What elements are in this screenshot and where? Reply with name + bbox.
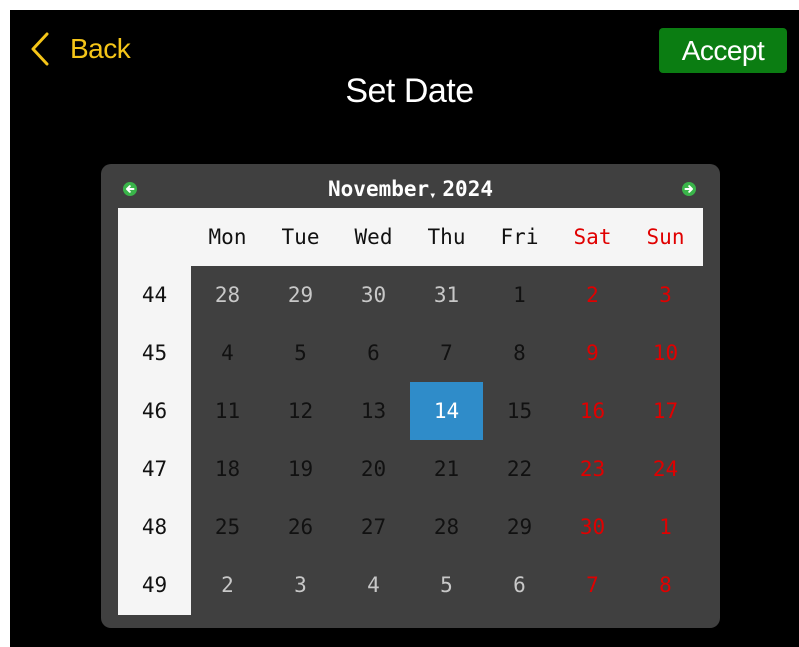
week-number: 47: [141, 457, 168, 481]
day-cell[interactable]: 11: [191, 382, 264, 440]
weekday-label: Thu: [427, 225, 466, 249]
day-cell[interactable]: 9: [556, 324, 629, 382]
day-cell[interactable]: 5: [410, 556, 483, 614]
arrow-right-icon: [682, 182, 696, 196]
weekday-label: Sun: [646, 225, 685, 249]
day-cell[interactable]: 16: [556, 382, 629, 440]
day-cell[interactable]: 6: [483, 556, 556, 614]
chevron-left-icon: [30, 32, 50, 66]
week-number: 49: [141, 573, 168, 597]
day-cell[interactable]: 18: [191, 440, 264, 498]
day-cell[interactable]: 6: [337, 324, 410, 382]
day-cell[interactable]: 19: [264, 440, 337, 498]
day-cell[interactable]: 5: [264, 324, 337, 382]
day-cell[interactable]: 23: [556, 440, 629, 498]
calendar-header: November▾ 2024: [101, 164, 720, 208]
day-cell[interactable]: 1: [483, 266, 556, 324]
day-cell[interactable]: 8: [629, 556, 702, 614]
day-cell[interactable]: 4: [337, 556, 410, 614]
day-cell-selected[interactable]: 14: [410, 382, 483, 440]
caret-down-icon: ▾: [429, 188, 437, 202]
weekday-label: Mon: [208, 225, 247, 249]
calendar: November▾ 2024 Mon Tue Wed Thu Fri Sat Sun 44 28 2…: [101, 164, 720, 628]
day-cell[interactable]: 28: [410, 498, 483, 556]
weekday-label: Fri: [500, 225, 539, 249]
back-button[interactable]: Back: [30, 32, 131, 66]
day-cell[interactable]: 29: [483, 498, 556, 556]
accept-button[interactable]: Accept: [659, 28, 787, 73]
week-number: 44: [141, 283, 168, 307]
week-number: 45: [141, 341, 168, 365]
day-cell[interactable]: 7: [410, 324, 483, 382]
day-cell[interactable]: 21: [410, 440, 483, 498]
month-select[interactable]: November▾: [328, 177, 442, 202]
day-cell[interactable]: 28: [191, 266, 264, 324]
page-title: Set Date: [345, 72, 474, 110]
weekday-label: Wed: [354, 225, 393, 249]
day-cell[interactable]: 17: [629, 382, 702, 440]
week-number: 48: [141, 515, 168, 539]
day-cell[interactable]: 15: [483, 382, 556, 440]
day-cell[interactable]: 24: [629, 440, 702, 498]
week-number: 46: [141, 399, 168, 423]
day-cell[interactable]: 7: [556, 556, 629, 614]
day-cell[interactable]: 1: [629, 498, 702, 556]
day-cell[interactable]: 8: [483, 324, 556, 382]
day-cell[interactable]: 20: [337, 440, 410, 498]
day-cell[interactable]: 2: [191, 556, 264, 614]
screen: Back Accept Set Date November▾ 2024 Mon …: [10, 10, 799, 647]
day-cell[interactable]: 31: [410, 266, 483, 324]
day-cell[interactable]: 12: [264, 382, 337, 440]
day-cell[interactable]: 3: [629, 266, 702, 324]
day-cell[interactable]: 4: [191, 324, 264, 382]
month-label: November: [328, 177, 430, 201]
month-year-title: November▾ 2024: [101, 177, 720, 202]
day-cell[interactable]: 3: [264, 556, 337, 614]
year-label[interactable]: 2024: [442, 177, 493, 201]
weekday-label: Sat: [573, 225, 612, 249]
day-cell[interactable]: 30: [337, 266, 410, 324]
back-label: Back: [70, 33, 131, 64]
weekday-label: Tue: [281, 225, 320, 249]
day-cell[interactable]: 26: [264, 498, 337, 556]
day-cell[interactable]: 30: [556, 498, 629, 556]
day-cell[interactable]: 2: [556, 266, 629, 324]
day-cell[interactable]: 13: [337, 382, 410, 440]
day-cell[interactable]: 27: [337, 498, 410, 556]
day-cell[interactable]: 29: [264, 266, 337, 324]
day-cell[interactable]: 22: [483, 440, 556, 498]
day-cell[interactable]: 25: [191, 498, 264, 556]
day-cell[interactable]: 10: [629, 324, 702, 382]
next-month-button[interactable]: [682, 182, 696, 196]
